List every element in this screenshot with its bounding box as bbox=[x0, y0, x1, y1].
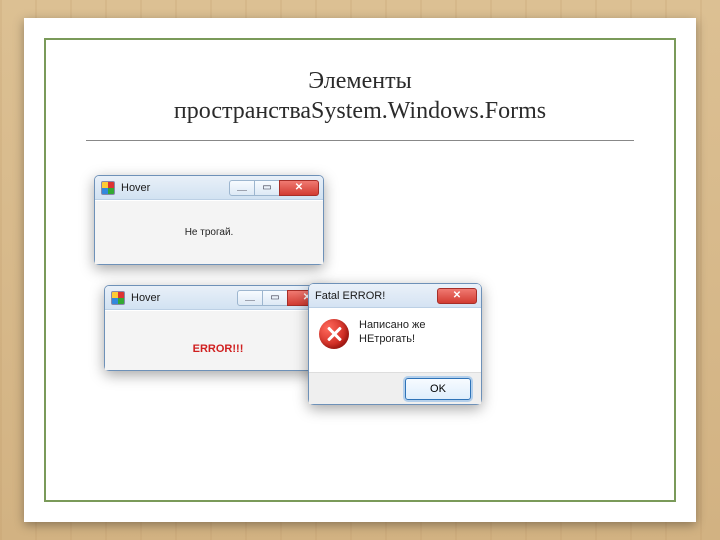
dialog-message-line-1: Написано же bbox=[359, 319, 426, 333]
window-controls: ＿ ▭ ✕ bbox=[230, 180, 319, 196]
window-controls: ✕ bbox=[438, 288, 477, 304]
slide-frame: Элементы пространстваSystem.Windows.Form… bbox=[44, 38, 676, 502]
minimize-button[interactable]: ＿ bbox=[237, 290, 263, 306]
close-button[interactable]: ✕ bbox=[437, 288, 477, 304]
maximize-button[interactable]: ▭ bbox=[262, 290, 288, 306]
title-underline bbox=[86, 140, 634, 141]
window-hover-2: Hover ＿ ▭ ✕ ERROR!!! bbox=[104, 285, 332, 371]
slide-title: Элементы пространстваSystem.Windows.Form… bbox=[86, 66, 634, 126]
dialog-message: Написано же НЕтрогать! bbox=[359, 319, 426, 347]
dialog-footer: OK bbox=[309, 372, 481, 404]
error-icon bbox=[319, 319, 349, 349]
error-label: ERROR!!! bbox=[105, 343, 331, 355]
maximize-button[interactable]: ▭ bbox=[254, 180, 280, 196]
screenshot-area: Hover ＿ ▭ ✕ Не трогай. Hover bbox=[86, 175, 634, 470]
dialog-message-line-2: НЕтрогать! bbox=[359, 333, 426, 347]
window-title: Hover bbox=[131, 292, 160, 304]
slide: Элементы пространстваSystem.Windows.Form… bbox=[24, 18, 696, 522]
titlebar[interactable]: Hover ＿ ▭ ✕ bbox=[95, 176, 323, 200]
dialog-title: Fatal ERROR! bbox=[315, 290, 385, 302]
dialog-content: Написано же НЕтрогать! bbox=[319, 319, 471, 349]
ok-button[interactable]: OK bbox=[405, 378, 471, 400]
dialog-body: Написано же НЕтрогать! OK bbox=[309, 308, 481, 404]
close-button[interactable]: ✕ bbox=[279, 180, 319, 196]
app-icon bbox=[101, 181, 115, 195]
app-icon bbox=[111, 291, 125, 305]
titlebar[interactable]: Fatal ERROR! ✕ bbox=[309, 284, 481, 308]
client-area: ERROR!!! bbox=[105, 310, 331, 370]
dialog-fatal-error: Fatal ERROR! ✕ Написано же НЕтрогать! bbox=[308, 283, 482, 405]
minimize-button[interactable]: ＿ bbox=[229, 180, 255, 196]
message-label: Не трогай. bbox=[95, 227, 323, 238]
title-line-1: Элементы bbox=[86, 66, 634, 96]
window-title: Hover bbox=[121, 182, 150, 194]
titlebar[interactable]: Hover ＿ ▭ ✕ bbox=[105, 286, 331, 310]
client-area: Не трогай. bbox=[95, 200, 323, 264]
window-hover-1: Hover ＿ ▭ ✕ Не трогай. bbox=[94, 175, 324, 265]
title-line-2: пространстваSystem.Windows.Forms bbox=[86, 96, 634, 126]
